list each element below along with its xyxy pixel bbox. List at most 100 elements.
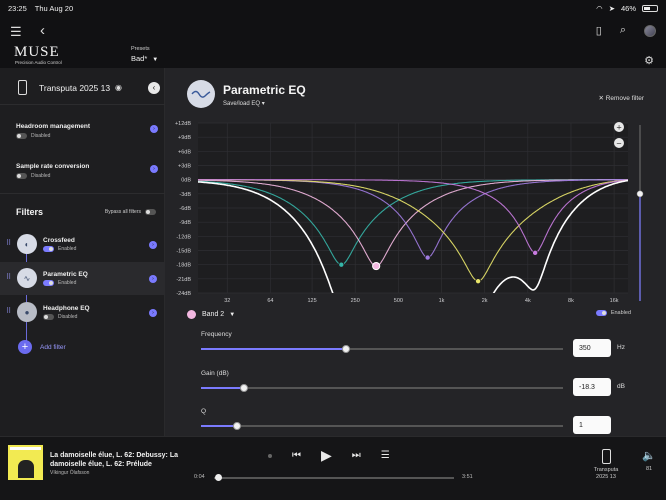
band-selector[interactable]: Band 2 ▼ [187,310,235,319]
setting-sample-rate-conversion[interactable]: Sample rate conversion Disabled › [16,163,158,179]
bypass-all-filters[interactable]: Bypass all filters [105,209,156,215]
filter-state: Enabled [58,246,77,252]
control-unit: dB [617,383,625,390]
track-artist: Víkingur Ólafsson [50,470,90,476]
slider-knob[interactable] [240,384,249,392]
play-icon[interactable]: ▶ [321,447,332,464]
avatar[interactable] [644,24,656,37]
remove-filter-button[interactable]: ✕ Remove filter [598,94,644,102]
duration-time: 3:51 [462,474,473,480]
band-enabled[interactable]: Enabled [595,310,631,316]
band-handle[interactable] [338,261,345,268]
band-enabled-toggle[interactable] [595,310,607,316]
output-device-button[interactable]: Transputa 2025 13 [588,449,624,481]
collapse-sidebar-button[interactable]: ‹ [148,81,160,94]
setting-headroom-management[interactable]: Headroom management Disabled › [16,123,158,139]
x-tick-label: 1k [439,298,445,304]
headphone-image-icon: ● [17,302,37,322]
headphone-eq-toggle[interactable] [43,314,54,320]
remove-filter-label: Remove filter [605,95,644,102]
search-icon[interactable]: ⌕ [620,24,626,37]
filter-row-parametric-eq[interactable]: ⠿ ∿ Parametric EQ Enabled › [0,262,165,295]
battery-icon [642,4,658,12]
crossfeed-toggle[interactable] [43,246,54,252]
drag-handle-icon[interactable]: ⠿ [6,239,11,247]
y-tick-label: +9dB [178,135,191,141]
eye-icon[interactable]: ◉ [115,83,122,92]
slider-knob[interactable] [233,422,242,430]
wifi-icon: ◠ [596,3,603,13]
band-handle[interactable] [475,278,482,285]
filter-name: Headphone EQ [43,305,90,312]
filters-heading: Filters [16,207,44,217]
master-gain-knob[interactable] [636,190,644,198]
headroom-toggle[interactable] [16,133,27,139]
bypass-label: Bypass all filters [104,209,141,215]
gear-icon[interactable]: ⚙ [644,54,654,67]
chevron-down-icon: ▼ [229,311,236,318]
parametric-eq-toggle[interactable] [43,280,54,286]
filter-name: Crossfeed [43,237,75,244]
drag-handle-icon[interactable]: ⠿ [6,307,11,315]
setting-title: Sample rate conversion [16,163,90,170]
progress-knob[interactable] [215,474,223,481]
control-value-input[interactable]: -18.3 [573,378,611,396]
chevron-right-icon[interactable]: › [149,275,157,283]
chevron-down-icon: ▾ [261,101,265,107]
y-tick-label: +12dB [175,121,191,127]
control-slider[interactable] [201,422,563,430]
x-tick-label: 64 [267,298,273,304]
previous-icon[interactable]: ⏮ [292,450,301,461]
eq-chart[interactable]: +12dB +9dB +6dB +3dB 0dB -3dB -6dB -9dB -12dB -15… [165,120,666,305]
back-icon[interactable]: ‹ [40,22,45,39]
band-handle[interactable] [424,254,431,261]
presets-value: Bad* [131,54,148,63]
src-toggle[interactable] [16,173,27,179]
divider [0,193,165,194]
control-label: Q [201,408,207,415]
next-icon[interactable]: ⏭ [352,450,361,461]
slider-fill [201,425,238,427]
add-filter-label: Add filter [40,343,66,351]
slider-knob[interactable] [341,345,350,353]
x-tick-label: 250 [351,298,360,304]
band-handle[interactable] [372,261,381,271]
setting-state: Disabled [31,173,51,179]
drag-handle-icon[interactable]: ⠿ [6,273,11,281]
chevron-right-icon[interactable]: › [150,125,158,133]
chevron-right-icon[interactable]: › [150,165,158,173]
filter-state: Enabled [58,280,77,286]
presets-dropdown[interactable]: Bad* ▼ [131,54,158,63]
plus-icon: + [616,124,622,132]
battery-percent: 46% [620,3,636,13]
album-cover[interactable] [8,445,43,480]
control-slider[interactable] [201,345,563,353]
filter-row-headphone-eq[interactable]: ⠿ ● Headphone EQ Disabled › [0,296,165,329]
control-value-input[interactable]: 1 [573,416,611,434]
phone-icon [601,449,611,464]
main-panel: Parametric EQ Save/load EQ ▾ ✕ Remove fi… [165,68,666,436]
volume-button[interactable]: 🔈 81 [640,449,658,472]
menu-icon[interactable]: ☰ [10,24,22,40]
speaker-icon: 🔈 [642,450,656,462]
add-filter-button[interactable]: + Add filter [18,340,66,354]
save-load-eq-dropdown[interactable]: Save/load EQ ▾ [223,100,265,107]
bookmark-icon[interactable]: ▯ [596,24,602,37]
top-bar: ☰ ‹ MUSE Precision Audio Control Presets… [0,16,666,68]
filter-row-crossfeed[interactable]: ⠿ ◐ Crossfeed Enabled › [0,228,165,261]
y-tick-label: 0dB [181,178,191,184]
track-title[interactable]: La damoiselle élue, L. 62: Debussy: La d… [50,451,190,469]
elapsed-time: 0:04 [194,474,205,480]
control-slider[interactable] [201,384,563,392]
eq-curve-icon: ∿ [17,268,37,288]
control-value-input[interactable]: 350 [573,339,611,357]
bypass-toggle[interactable] [145,209,156,215]
queue-icon[interactable]: ☰ [381,450,390,461]
chevron-right-icon[interactable]: › [149,241,157,249]
band-handle[interactable] [532,249,539,256]
x-tick-label: 125 [307,298,316,304]
app-logo: MUSE [14,44,60,60]
progress-bar[interactable] [214,474,454,481]
chevron-down-icon: ▼ [152,57,159,63]
chevron-right-icon[interactable]: › [149,309,157,317]
